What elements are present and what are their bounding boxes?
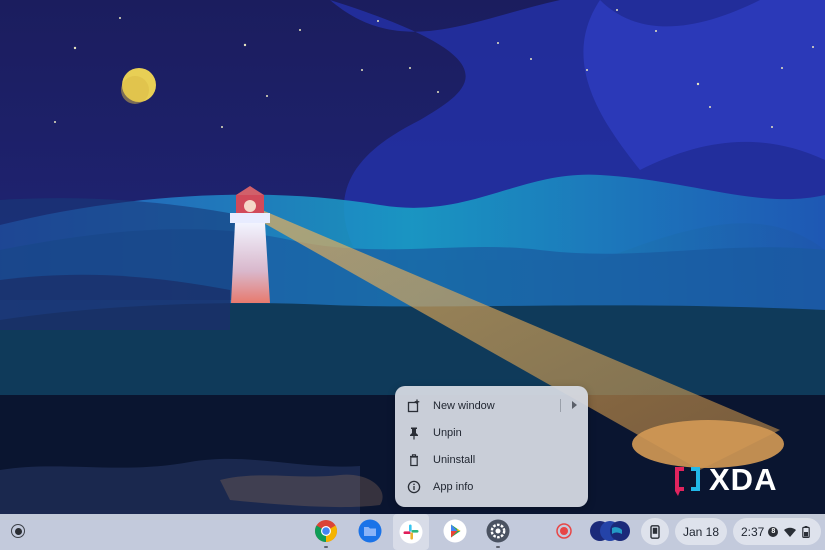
- xda-wordmark: XDA: [709, 462, 778, 497]
- menu-item-uninstall[interactable]: Uninstall: [395, 446, 588, 473]
- holding-space-tray[interactable]: [588, 518, 632, 544]
- status-area[interactable]: 2:37 8: [733, 518, 821, 545]
- pin-icon: [407, 426, 421, 440]
- trash-icon: [407, 453, 421, 467]
- wifi-icon: [784, 527, 797, 537]
- menu-item-app-info[interactable]: App info: [395, 473, 588, 500]
- new-window-icon: [407, 399, 421, 413]
- phone-hub-button[interactable]: [641, 518, 669, 545]
- clock: 2:37: [741, 524, 765, 539]
- shelf-app-play-store[interactable]: [442, 518, 468, 544]
- menu-item-label: Uninstall: [433, 453, 476, 466]
- menu-item-new-window[interactable]: New window: [395, 392, 588, 419]
- menu-item-label: App info: [433, 480, 474, 493]
- files-icon: [358, 519, 382, 543]
- date-text: Jan 18: [682, 524, 720, 539]
- xda-logo-icon: [675, 467, 700, 496]
- running-indicator: [324, 546, 328, 548]
- shelf-app-chrome[interactable]: [313, 518, 339, 544]
- notification-count-badge: 8: [768, 526, 779, 537]
- menu-item-label: Unpin: [433, 426, 462, 439]
- date-tray[interactable]: Jan 18: [675, 518, 727, 545]
- xda-watermark: XDA: [672, 463, 777, 497]
- shelf-app-settings[interactable]: [485, 518, 511, 544]
- play-store-icon: [443, 519, 467, 543]
- holding-space-icon: [590, 521, 630, 541]
- launcher-button[interactable]: [5, 518, 31, 544]
- menu-item-label: New window: [433, 399, 495, 412]
- shelf-app-files[interactable]: [357, 518, 383, 544]
- chrome-icon: [315, 520, 337, 542]
- info-icon: [407, 480, 421, 494]
- slack-icon: [399, 520, 423, 544]
- menu-separator: [560, 399, 561, 412]
- screen-record-icon: [556, 523, 572, 539]
- app-context-menu: New window Unpin Uninstall App info: [395, 386, 588, 507]
- battery-icon: [802, 525, 811, 538]
- menu-item-unpin[interactable]: Unpin: [395, 419, 588, 446]
- shelf-app-slack[interactable]: [393, 514, 429, 550]
- submenu-arrow-icon[interactable]: [572, 401, 577, 409]
- screen-record-button[interactable]: [551, 518, 577, 544]
- running-indicator: [496, 546, 500, 548]
- settings-icon: [486, 519, 510, 543]
- launcher-icon: [11, 524, 25, 538]
- phone-icon: [650, 524, 660, 539]
